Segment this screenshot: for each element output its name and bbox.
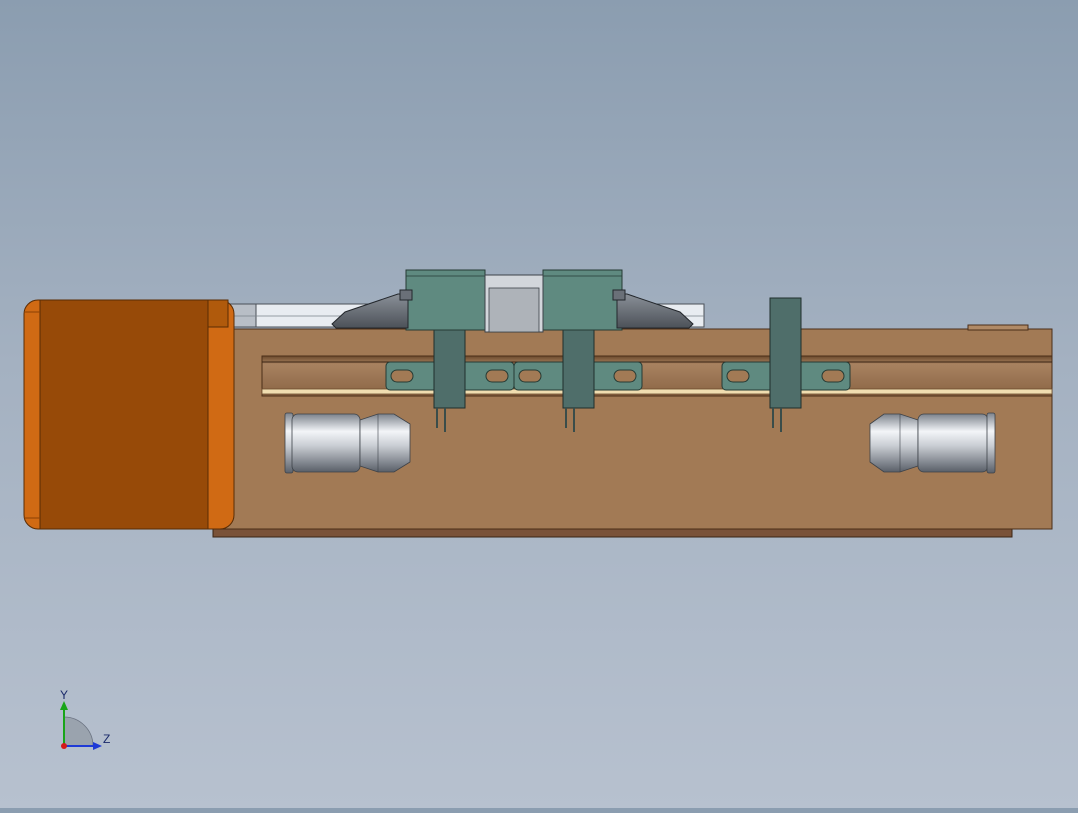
z-axis-label: Z [103, 732, 111, 746]
triad-arc [63, 716, 94, 747]
gripper-center-block[interactable] [484, 274, 544, 333]
y-arrow-icon [60, 701, 68, 710]
gripper-jaw-left[interactable] [405, 269, 486, 331]
gripper-jaw-right[interactable] [542, 269, 623, 331]
pneumatic-fitting-left[interactable] [284, 412, 411, 474]
rail-strip [261, 388, 1053, 395]
origin-icon [61, 743, 67, 749]
z-arrow-icon [93, 742, 102, 750]
pneumatic-fitting-right[interactable] [869, 412, 996, 474]
cad-graphics-area[interactable]: Y Z [0, 0, 1078, 808]
model-canvas[interactable] [0, 0, 1078, 808]
y-axis-label: Y [60, 688, 69, 702]
motor-housing[interactable] [23, 299, 235, 530]
body-top-tab[interactable] [967, 324, 1029, 331]
coordinate-triad [60, 701, 102, 750]
